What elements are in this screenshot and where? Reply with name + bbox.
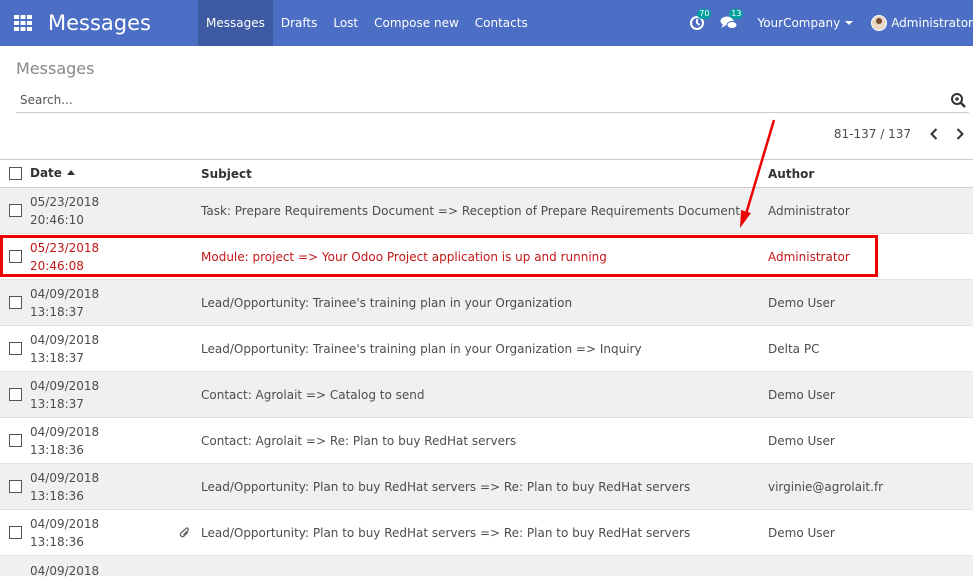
row-checkbox[interactable]: [8, 296, 22, 309]
row-checkbox[interactable]: [8, 250, 22, 263]
time-value: 13:18:37: [30, 304, 84, 319]
cell-date: 04/09/2018 13:18:37: [30, 331, 201, 367]
chevron-left-icon: [930, 128, 938, 140]
cell-date: 05/23/2018 20:46:10: [30, 193, 201, 229]
table-row[interactable]: 04/09/2018 13:18:37 Contact: Agrolait => C…: [0, 372, 973, 418]
cell-date: 05/23/2018 20:46:08: [30, 239, 201, 275]
activity-button[interactable]: 70: [681, 0, 713, 46]
time-value: 13:18:36: [30, 442, 84, 457]
table-row[interactable]: 05/23/2018 20:46:10 Task: Prepare Requirem…: [0, 188, 973, 234]
cell-subject: Lead/Opportunity: Trainee's training pla…: [201, 341, 642, 356]
cell-subject: Contact: Agrolait => Re: Plan to buy Red…: [201, 433, 517, 448]
date-value: 04/09/2018: [30, 470, 100, 485]
breadcrumb[interactable]: Messages: [16, 59, 94, 78]
systray: 70 13 YourCompany Administrator: [681, 0, 973, 46]
date-value: 04/09/2018: [30, 516, 100, 531]
pager-previous-button[interactable]: [921, 124, 947, 144]
pager-value[interactable]: 81-137 / 137: [834, 127, 911, 141]
time-value: 13:18:37: [30, 396, 84, 411]
table-row[interactable]: 04/09/2018: [0, 556, 973, 578]
cell-subject: Task: Prepare Requirements Document => R…: [201, 203, 741, 218]
table-row[interactable]: 04/09/2018 13:18:36 Lead/Opportunity: Plan…: [0, 510, 973, 556]
cell-date: 04/09/2018 13:18:36: [30, 423, 201, 459]
table-header: Date Subject Author: [0, 159, 973, 188]
avatar: [871, 15, 888, 31]
table-row[interactable]: 04/09/2018 13:18:37 Lead/Opportunity: Trai…: [0, 280, 973, 326]
menu-item-contacts[interactable]: Contacts: [467, 0, 536, 46]
pager-next-button[interactable]: [947, 124, 973, 144]
table-row[interactable]: 04/09/2018 13:18:36 Contact: Agrolait => R…: [0, 418, 973, 464]
date-value: 04/09/2018: [30, 564, 100, 578]
cell-author: virginie@agrolait.fr: [768, 479, 884, 494]
user-name: Administrator: [891, 16, 973, 30]
date-value: 05/23/2018: [30, 240, 100, 255]
cell-subject: Lead/Opportunity: Plan to buy RedHat ser…: [201, 479, 691, 494]
time-value: 20:46:08: [30, 258, 84, 273]
table-body: 05/23/2018 20:46:10 Task: Prepare Requirem…: [0, 188, 973, 578]
date-value: 04/09/2018: [30, 286, 100, 301]
apps-menu-button[interactable]: [0, 0, 46, 46]
cell-author: Demo User: [768, 525, 835, 540]
activity-count-badge: 70: [697, 9, 712, 19]
company-switcher[interactable]: YourCompany: [757, 16, 854, 30]
search-input[interactable]: [16, 88, 916, 112]
search-bar: [16, 88, 969, 113]
cell-date: 04/09/2018 13:18:36: [30, 469, 201, 505]
top-navbar: Messages Messages Drafts Lost Compose new Co…: [0, 0, 973, 46]
cell-author: Demo User: [768, 433, 835, 448]
date-value: 04/09/2018: [30, 424, 100, 439]
date-value: 04/09/2018: [30, 378, 100, 393]
column-header-author[interactable]: Author: [768, 167, 973, 181]
app-title: Messages: [48, 11, 151, 35]
cell-subject: Lead/Opportunity: Plan to buy RedHat ser…: [201, 525, 691, 540]
column-header-subject[interactable]: Subject: [201, 167, 768, 181]
caret-down-icon: [845, 21, 854, 25]
time-value: 13:18:37: [30, 350, 84, 365]
row-checkbox[interactable]: [8, 204, 22, 217]
company-name: YourCompany: [757, 16, 841, 30]
menu-item-compose-new[interactable]: Compose new: [366, 0, 467, 46]
cell-author: Administrator: [768, 249, 850, 264]
paperclip-icon: [179, 526, 189, 537]
cell-date: 04/09/2018: [30, 562, 201, 578]
cell-date: 04/09/2018 13:18:37: [30, 285, 201, 321]
chevron-right-icon: [956, 128, 964, 140]
cell-date: 04/09/2018 13:18:36: [30, 515, 201, 551]
table-row[interactable]: 05/23/2018 20:46:08 Module: project => You…: [0, 234, 973, 280]
date-value: 04/09/2018: [30, 332, 100, 347]
apps-grid-icon: [14, 15, 32, 31]
messaging-button[interactable]: 13: [713, 0, 745, 46]
time-value: 13:18:36: [30, 488, 84, 503]
pager: 81-137 / 137: [834, 124, 973, 144]
column-header-date[interactable]: Date: [30, 159, 201, 188]
main-menu: Messages Drafts Lost Compose new Contacts: [198, 0, 536, 46]
cell-author: Delta PC: [768, 341, 820, 356]
select-all-checkbox[interactable]: [8, 167, 22, 180]
cell-author: Demo User: [768, 387, 835, 402]
row-checkbox[interactable]: [8, 388, 22, 401]
messages-count-badge: 13: [729, 9, 744, 19]
cell-date: 04/09/2018 13:18:37: [30, 377, 201, 413]
messages-table: Date Subject Author 05/23/2018 20:46:10 Ta…: [0, 159, 973, 578]
menu-item-messages[interactable]: Messages: [198, 0, 273, 46]
cell-author: Demo User: [768, 295, 835, 310]
row-checkbox[interactable]: [8, 342, 22, 355]
menu-item-drafts[interactable]: Drafts: [273, 0, 326, 46]
menu-item-lost[interactable]: Lost: [325, 0, 366, 46]
sort-ascending-icon: [66, 170, 75, 175]
cell-subject: Lead/Opportunity: Trainee's training pla…: [201, 295, 573, 310]
time-value: 20:46:10: [30, 212, 84, 227]
cell-author: Administrator: [768, 203, 850, 218]
search-plus-icon[interactable]: [950, 92, 967, 109]
date-value: 05/23/2018: [30, 194, 100, 209]
row-checkbox[interactable]: [8, 434, 22, 447]
table-row[interactable]: 04/09/2018 13:18:36 Lead/Opportunity: Plan…: [0, 464, 973, 510]
user-menu[interactable]: Administrator: [871, 15, 973, 31]
cell-subject: Module: project => Your Odoo Project app…: [201, 249, 607, 264]
row-checkbox[interactable]: [8, 526, 22, 539]
cell-subject: Contact: Agrolait => Catalog to send: [201, 387, 425, 402]
row-checkbox[interactable]: [8, 480, 22, 493]
time-value: 13:18:36: [30, 534, 84, 549]
table-row[interactable]: 04/09/2018 13:18:37 Lead/Opportunity: Trai…: [0, 326, 973, 372]
